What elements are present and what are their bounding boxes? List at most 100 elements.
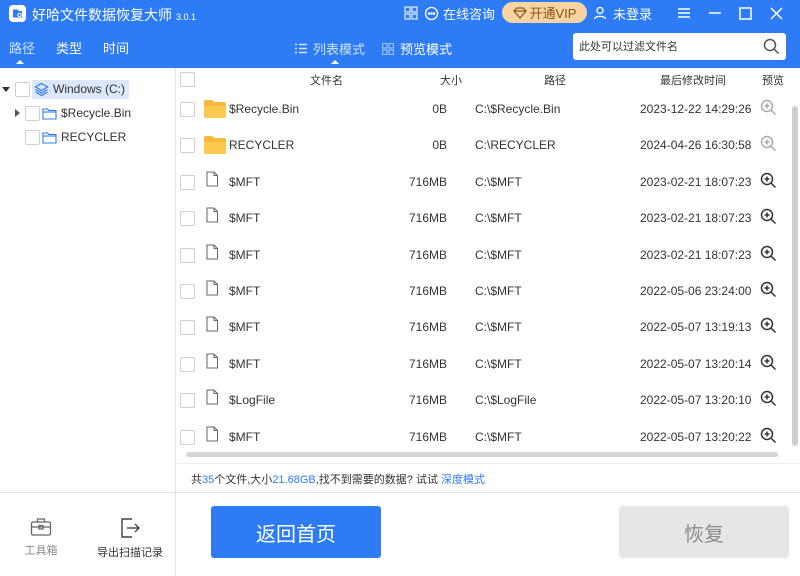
- vertical-scrollbar[interactable]: [790, 98, 800, 458]
- row-checkbox[interactable]: [180, 393, 195, 408]
- apps-grid-icon[interactable]: [402, 4, 420, 22]
- preview-mode-button[interactable]: 预览模式: [382, 39, 452, 58]
- file-path: C:\$Recycle.Bin: [475, 102, 560, 116]
- table-row[interactable]: $MFT716MBC:\$MFT2023-02-21 18:07:23: [176, 243, 790, 279]
- tree-node-drive-c[interactable]: Windows (C:): [2, 78, 129, 100]
- file-name: $MFT: [229, 430, 260, 444]
- header-size[interactable]: 大小: [440, 72, 462, 88]
- row-checkbox[interactable]: [180, 357, 195, 372]
- preview-zoom-icon[interactable]: [760, 427, 777, 447]
- status-mid-1: 个文件,大小: [214, 474, 272, 486]
- file-size: 716MB: [409, 357, 447, 371]
- row-checkbox[interactable]: [180, 320, 195, 335]
- minimize-icon[interactable]: [706, 4, 724, 22]
- file-path: C:\$MFT: [475, 357, 522, 371]
- preview-zoom-icon[interactable]: [760, 281, 777, 301]
- bottom-tools: 工具箱 导出扫描记录: [0, 493, 176, 576]
- user-icon: [593, 6, 607, 20]
- status-mid-2: ,找不到需要的数据? 试试: [316, 474, 441, 486]
- app-logo-icon: [9, 5, 26, 22]
- open-vip-button[interactable]: 开通VIP: [502, 2, 587, 23]
- app-title-text: 好哈文件数据恢复大师: [32, 7, 172, 23]
- file-modified: 2022-05-07 13:20:10: [640, 393, 751, 407]
- diamond-icon: [513, 7, 527, 19]
- vertical-scroll-thumb[interactable]: [792, 106, 798, 446]
- chat-icon: [424, 6, 439, 21]
- login-button[interactable]: 未登录: [593, 4, 652, 22]
- total-size: 21.68GB: [272, 474, 315, 486]
- file-name: $MFT: [229, 357, 260, 371]
- file-size: 716MB: [409, 320, 447, 334]
- preview-zoom-icon[interactable]: [760, 172, 777, 192]
- row-checkbox[interactable]: [180, 248, 195, 263]
- file-path: C:\$MFT: [475, 284, 522, 298]
- file-icon: [205, 171, 219, 190]
- table-row[interactable]: $MFT716MBC:\$MFT2023-02-21 18:07:23: [176, 170, 790, 206]
- file-icon: [205, 207, 219, 226]
- table-row[interactable]: $MFT716MBC:\$MFT2023-02-21 18:07:23: [176, 206, 790, 242]
- file-size: 716MB: [409, 248, 447, 262]
- filter-input[interactable]: [579, 37, 755, 56]
- row-checkbox[interactable]: [180, 211, 195, 226]
- header-name[interactable]: 文件名: [310, 72, 343, 88]
- table-row[interactable]: $MFT716MBC:\$MFT2022-05-07 13:20:14: [176, 352, 790, 388]
- online-consult-button[interactable]: 在线咨询: [424, 4, 495, 22]
- expand-caret-icon[interactable]: [2, 87, 10, 92]
- tab-time[interactable]: 时间: [103, 38, 129, 57]
- preview-zoom-icon[interactable]: [760, 317, 777, 337]
- table-row[interactable]: $MFT716MBC:\$MFT2022-05-06 23:24:00: [176, 279, 790, 315]
- file-name: $MFT: [229, 284, 260, 298]
- list-mode-label: 列表模式: [313, 39, 365, 58]
- preview-mode-label: 预览模式: [400, 39, 452, 58]
- tree-checkbox[interactable]: [15, 82, 30, 97]
- header-modified[interactable]: 最后修改时间: [660, 72, 726, 88]
- horizontal-scroll-thumb[interactable]: [186, 452, 778, 457]
- file-icon: [205, 426, 219, 445]
- tab-path[interactable]: 路径: [9, 38, 35, 57]
- title-bar: 好哈文件数据恢复大师 3.0.1 在线咨询 开通VIP 未登录: [0, 0, 800, 26]
- row-checkbox[interactable]: [180, 284, 195, 299]
- header-path[interactable]: 路径: [544, 72, 566, 88]
- app-version: 3.0.1: [176, 12, 196, 22]
- tree-node-recycle-bin[interactable]: $Recycle.Bin: [15, 102, 131, 124]
- row-checkbox[interactable]: [180, 175, 195, 190]
- deep-mode-link[interactable]: 深度模式: [441, 474, 485, 486]
- preview-zoom-icon[interactable]: [760, 354, 777, 374]
- file-icon: [205, 280, 219, 299]
- horizontal-scrollbar[interactable]: [176, 450, 776, 458]
- select-all-checkbox[interactable]: [180, 72, 195, 87]
- list-mode-button[interactable]: 列表模式: [295, 39, 365, 58]
- folder-outline-icon: [42, 107, 57, 120]
- close-icon[interactable]: [767, 4, 785, 22]
- expand-caret-icon[interactable]: [15, 109, 20, 117]
- file-modified: 2023-02-21 18:07:23: [640, 248, 751, 262]
- export-scan-button[interactable]: 导出扫描记录: [90, 517, 170, 560]
- file-name: $Recycle.Bin: [229, 102, 299, 116]
- preview-zoom-icon[interactable]: [760, 390, 777, 410]
- tree-checkbox[interactable]: [25, 130, 40, 145]
- back-home-button[interactable]: 返回首页: [211, 506, 381, 558]
- preview-zoom-icon[interactable]: [760, 208, 777, 228]
- table-row[interactable]: $Recycle.Bin0BC:\$Recycle.Bin2023-12-22 …: [176, 97, 790, 133]
- export-scan-label: 导出扫描记录: [97, 544, 163, 560]
- toolbox-icon: [30, 517, 52, 537]
- table-row[interactable]: RECYCLER0BC:\RECYCLER2024-04-26 16:30:58: [176, 133, 790, 169]
- preview-zoom-icon: [760, 135, 777, 155]
- search-icon[interactable]: [763, 38, 780, 55]
- tree-checkbox[interactable]: [25, 106, 40, 121]
- file-modified: 2023-02-21 18:07:23: [640, 211, 751, 225]
- row-checkbox[interactable]: [180, 102, 195, 117]
- toolbox-button[interactable]: 工具箱: [1, 517, 81, 558]
- tab-type[interactable]: 类型: [56, 38, 82, 57]
- file-icon: [205, 389, 219, 408]
- recover-button[interactable]: 恢复: [619, 506, 789, 558]
- row-checkbox[interactable]: [180, 138, 195, 153]
- menu-icon[interactable]: [675, 4, 693, 22]
- preview-zoom-icon[interactable]: [760, 245, 777, 265]
- tree-node-recycler[interactable]: RECYCLER: [25, 126, 126, 148]
- tabs-row: 路径 类型 时间 列表模式 预览模式: [0, 30, 800, 68]
- table-row[interactable]: $LogFile716MBC:\$LogFile2022-05-07 13:20…: [176, 388, 790, 424]
- maximize-icon[interactable]: [736, 4, 754, 22]
- row-checkbox[interactable]: [180, 430, 195, 445]
- table-row[interactable]: $MFT716MBC:\$MFT2022-05-07 13:19:13: [176, 315, 790, 351]
